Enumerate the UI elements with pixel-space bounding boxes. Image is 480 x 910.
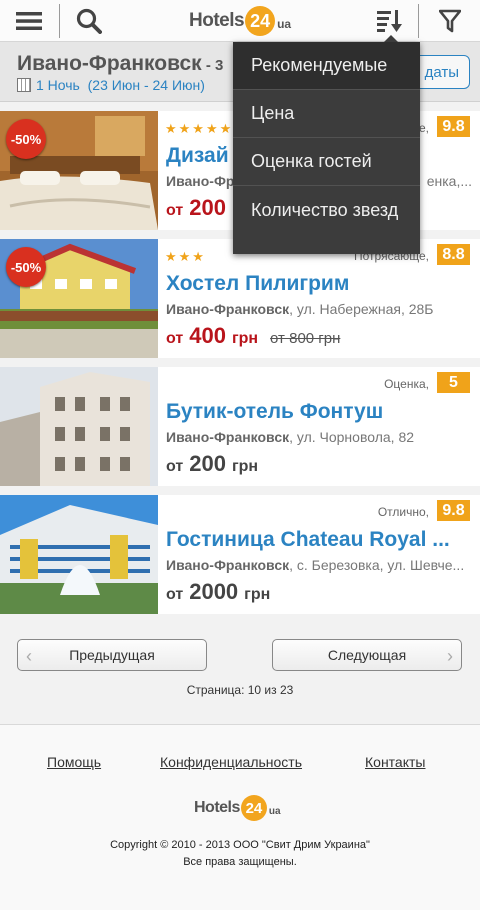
rating-label: Отлично, xyxy=(377,505,429,519)
hotel-address: Ивано-Франковск, ул. Чорновола, 82 xyxy=(166,429,415,445)
discount-badge: -50% xyxy=(6,119,46,159)
score-badge: 5 xyxy=(437,372,470,393)
chevron-left-icon: ‹ xyxy=(26,646,32,666)
hotel-photo[interactable] xyxy=(0,367,158,486)
hotel-name[interactable]: Гостиница Chateau Royal ... xyxy=(166,528,470,552)
footer: Помощь Конфиденциальность Контакты Hotel… xyxy=(0,724,480,910)
hotel-name[interactable]: Хостел Пилигрим xyxy=(166,272,470,296)
discount-badge: -50% xyxy=(6,247,46,287)
top-bar: Hotels 24 ua xyxy=(0,0,480,42)
logo-suffix: ua xyxy=(277,17,292,31)
hotel-card[interactable]: Оценка, 5 Бутик-отель Фонтуш Ивано-Франк… xyxy=(0,367,480,486)
sort-option-stars[interactable]: Количество звезд xyxy=(233,186,420,234)
menu-button[interactable] xyxy=(0,0,58,42)
sort-option-recommended[interactable]: Рекомендуемые xyxy=(233,42,420,90)
hotel-address: Ивано-Франковск, ул. Набережная, 28Б xyxy=(166,301,434,317)
date-range[interactable]: 1 Ночь (23 Июн - 24 Июн) xyxy=(17,77,205,93)
footer-link-contacts[interactable]: Контакты xyxy=(365,754,425,770)
hotel-price: от 400 грн от 800 грн xyxy=(166,323,341,348)
logo-text: Hotels xyxy=(189,10,245,31)
hotel-photo[interactable]: -50% xyxy=(0,111,158,230)
sort-option-price[interactable]: Цена xyxy=(233,90,420,138)
logo-badge: 24 xyxy=(245,6,276,36)
sort-option-guest-rating[interactable]: Оценка гостей xyxy=(233,138,420,186)
hotel-photo[interactable] xyxy=(0,495,158,614)
hotel-card[interactable]: Отлично, 9.8 Гостиница Chateau Royal ...… xyxy=(0,495,480,614)
hotel-price: от 200 грн xyxy=(166,451,259,476)
date-range-label: (23 Июн - 24 Июн) xyxy=(87,77,205,93)
calendar-icon xyxy=(17,78,31,92)
star-rating: ★★★★★ xyxy=(165,121,234,136)
footer-link-privacy[interactable]: Конфиденциальность xyxy=(160,754,302,770)
rating-label: e, xyxy=(418,121,429,135)
star-rating: ★★★ xyxy=(165,249,206,264)
hotel-name[interactable]: Бутик-отель Фонтуш xyxy=(166,400,470,424)
copyright: Copyright © 2010 - 2013 ООО "Свит Дрим У… xyxy=(110,839,370,868)
chevron-right-icon: › xyxy=(447,646,453,666)
pagination: ‹ Предыдущая Следующая › Страница: 10 из… xyxy=(0,624,480,724)
logo[interactable]: Hotels 24 ua xyxy=(189,6,291,36)
old-price: от 800 грн xyxy=(270,330,341,347)
rating-label: Оценка, xyxy=(384,377,429,391)
page-info: Страница: 10 из 23 xyxy=(186,683,294,697)
sort-icon xyxy=(377,10,402,32)
score-badge: 8.8 xyxy=(437,244,470,265)
page-title: Ивано-Франковск - 3 xyxy=(17,52,224,75)
footer-link-help[interactable]: Помощь xyxy=(47,754,101,770)
hotel-price: от 2000 грн xyxy=(166,579,271,604)
search-button[interactable] xyxy=(60,0,118,42)
score-badge: 9.8 xyxy=(437,116,470,137)
footer-logo: Hotels 24 ua xyxy=(194,795,281,821)
filter-icon xyxy=(439,9,461,33)
hotel-address: Ивано-Франковск, с. Березовка, ул. Шевче… xyxy=(166,557,465,573)
sort-menu: Рекомендуемые Цена Оценка гостей Количес… xyxy=(233,35,420,254)
score-badge: 9.8 xyxy=(437,500,470,521)
hotel-photo[interactable]: -50% xyxy=(0,239,158,358)
filter-button[interactable] xyxy=(420,0,480,42)
nights-label: 1 Ночь xyxy=(36,77,80,93)
hamburger-icon xyxy=(16,12,42,30)
next-page-button[interactable]: Следующая › xyxy=(272,639,462,671)
prev-page-button[interactable]: ‹ Предыдущая xyxy=(17,639,207,671)
hotel-card[interactable]: -50% ★★★ Потрясающе, 8.8 Хостел Пилигрим… xyxy=(0,239,480,358)
search-icon xyxy=(76,8,102,34)
